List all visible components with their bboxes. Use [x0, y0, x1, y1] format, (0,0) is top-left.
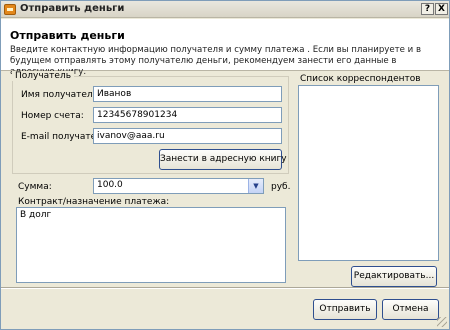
help-button[interactable]: ? — [421, 3, 434, 15]
dialog-header: Отправить деньги Введите контактную инфо… — [1, 19, 449, 77]
correspondents-label: Список корреспондентов — [300, 74, 421, 84]
cancel-button[interactable]: Отмена — [382, 299, 439, 320]
send-button[interactable]: Отправить — [313, 299, 377, 320]
send-money-dialog: Отправить деньги ? X Отправить деньги Вв… — [0, 0, 450, 330]
recipient-group-label: Получатель — [12, 71, 75, 81]
edit-correspondents-button[interactable]: Редактировать... — [351, 266, 437, 287]
amount-value: 100.0 — [97, 180, 123, 190]
contract-label: Контракт/назначение платежа: — [18, 197, 170, 207]
money-send-icon — [4, 4, 16, 15]
amount-combobox[interactable]: 100.0 ▼ — [93, 178, 264, 194]
footer-separator — [1, 287, 449, 289]
account-number-field[interactable]: 12345678901234 — [93, 107, 282, 123]
recipient-name-label: Имя получателя: — [21, 90, 102, 100]
recipient-name-field[interactable]: Иванов — [93, 86, 282, 102]
resize-grip-icon[interactable] — [437, 317, 447, 327]
add-to-address-book-button[interactable]: Занести в адресную книгу — [159, 149, 287, 170]
header-title: Отправить деньги — [10, 29, 125, 42]
title-bar[interactable]: Отправить деньги ? X — [1, 1, 449, 18]
recipient-email-field[interactable]: ivanov@aaa.ru — [93, 128, 282, 144]
amount-label: Сумма: — [18, 182, 52, 192]
window-title: Отправить деньги — [20, 3, 125, 14]
currency-label: руб. — [271, 182, 291, 192]
correspondents-list[interactable] — [298, 85, 439, 261]
chevron-down-icon[interactable]: ▼ — [248, 179, 263, 193]
account-number-label: Номер счета: — [21, 111, 84, 121]
close-button[interactable]: X — [435, 3, 448, 15]
contract-textarea[interactable]: В долг — [16, 207, 286, 283]
